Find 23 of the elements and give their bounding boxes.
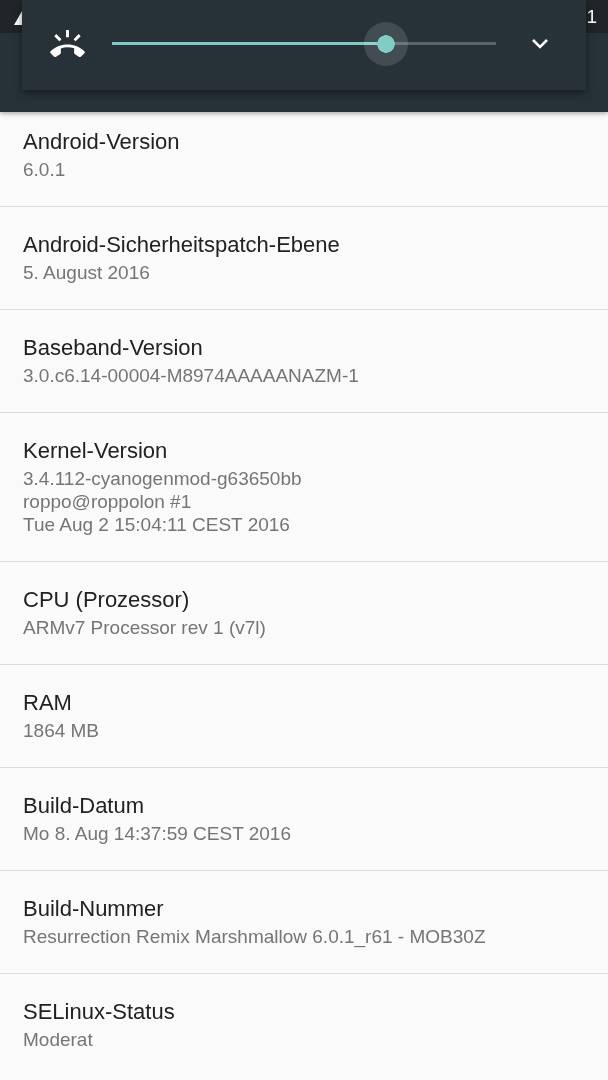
setting-title: Build-Nummer: [23, 895, 164, 923]
setting-title: CPU (Prozessor): [23, 586, 190, 614]
setting-value: 6.0.1: [23, 158, 66, 181]
setting-value: 3.0.c6.14-00004-M8974AAAAANAZM-1: [23, 364, 359, 387]
slider-thumb[interactable]: [363, 22, 408, 66]
setting-value: Resurrection Remix Marshmallow 6.0.1_r61 - MOB30Z: [23, 925, 486, 948]
chevron-down-icon[interactable]: [532, 39, 548, 49]
ringing-phone-icon[interactable]: [50, 30, 85, 57]
setting-title: SELinux-Status: [23, 998, 175, 1026]
setting-value: Mo 8. Aug 14:37:59 CEST 2016: [23, 822, 291, 845]
setting-value: ARMv7 Processor rev 1 (v7l): [23, 616, 266, 639]
setting-title: Android-Version: [23, 128, 180, 156]
volume-slider[interactable]: [112, 22, 496, 66]
setting-title: Kernel-Version: [23, 437, 168, 465]
setting-value: 3.4.112-cyanogenmod-g63650bb roppo@roppolon #1 Tue Aug 2 15:04:11 CEST 2016: [23, 467, 302, 536]
setting-title: Build-Datum: [23, 792, 145, 820]
clock-text: 1: [586, 5, 598, 28]
setting-title: Baseband-Version: [23, 334, 203, 362]
setting-title: Android-Sicherheitspatch-Ebene: [23, 231, 340, 259]
setting-value: 5. August 2016: [23, 261, 150, 284]
setting-value: 1864 MB: [23, 719, 100, 742]
setting-value: Moderat: [23, 1028, 93, 1051]
setting-title: RAM: [23, 689, 72, 717]
